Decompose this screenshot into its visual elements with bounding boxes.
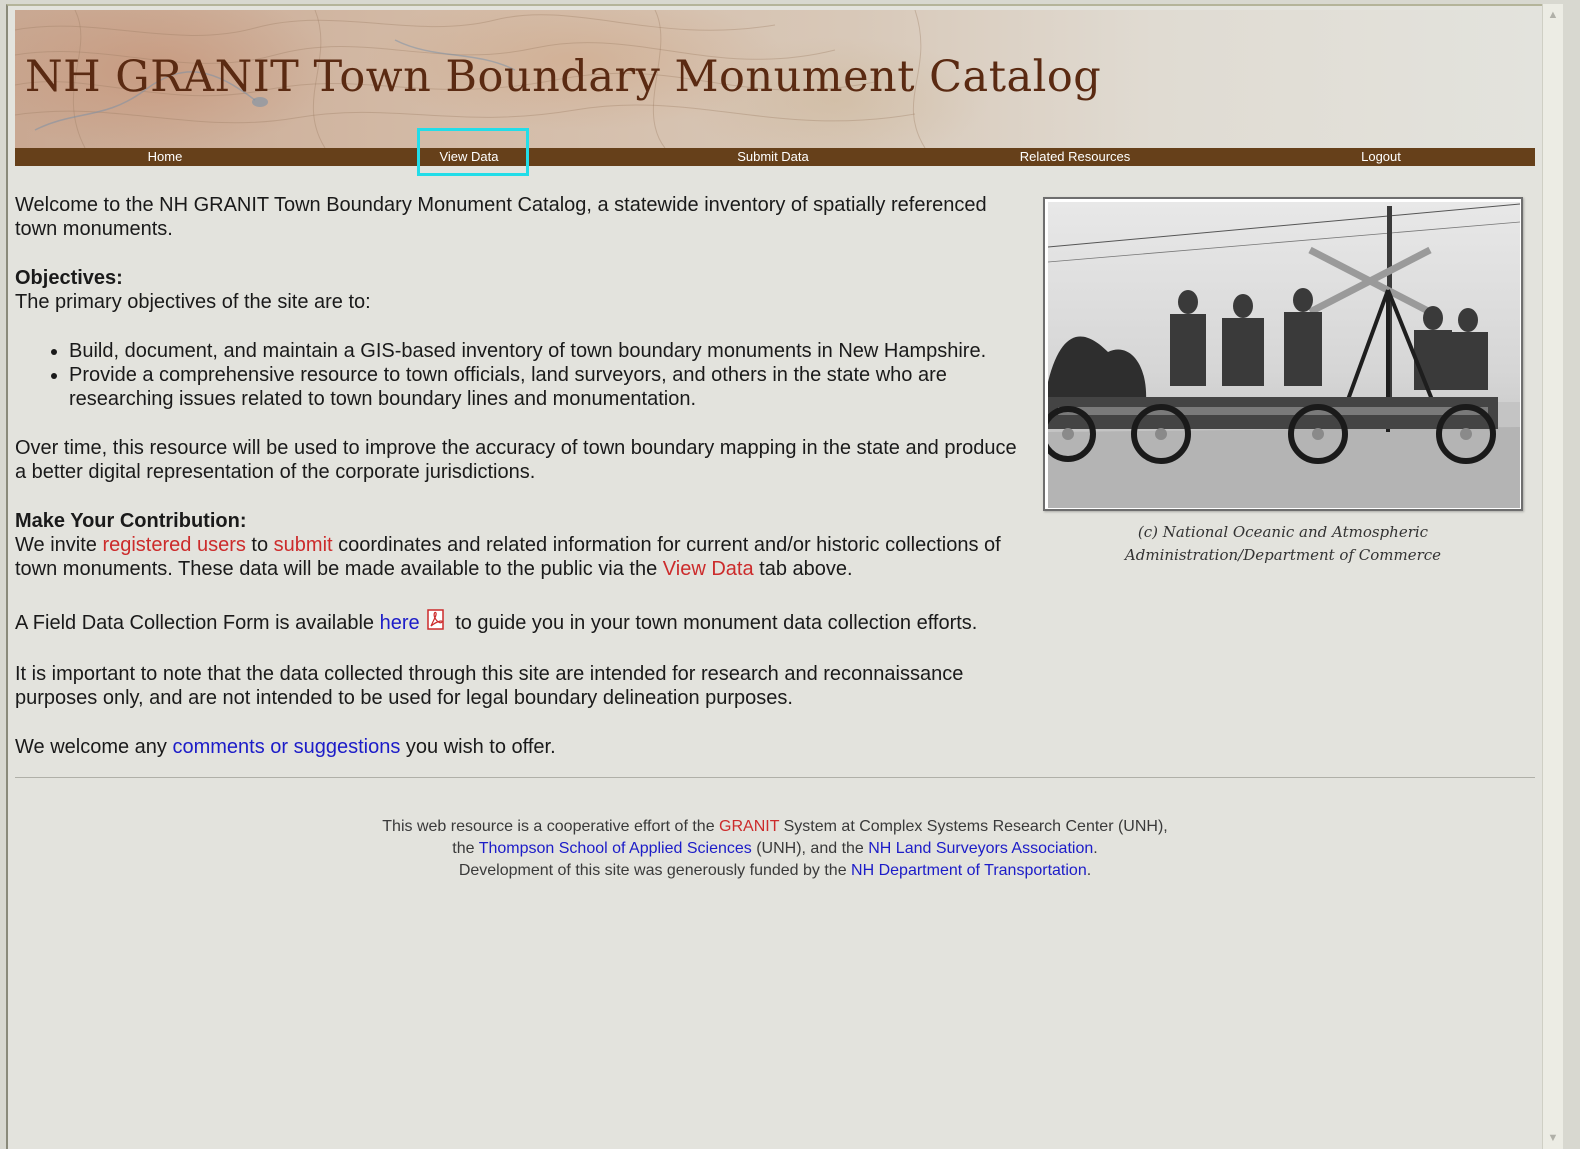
contribution-text-part: We invite: [15, 534, 103, 556]
objectives-intro: The primary objectives of the site are t…: [15, 291, 371, 313]
form-text-part: A Field Data Collection Form is availabl…: [15, 612, 380, 634]
page-title: NH GRANIT Town Boundary Monument Catalog: [25, 52, 1102, 102]
list-item: Provide a comprehensive resource to town…: [69, 363, 1030, 411]
photo-caption-line: (c) National Oceanic and Atmospheric: [1137, 523, 1429, 541]
nh-land-surveyors-link[interactable]: NH Land Surveyors Association: [868, 840, 1093, 857]
main-nav: Home View Data Submit Data Related Resou…: [15, 148, 1535, 166]
contribution-text-part: to: [245, 534, 274, 556]
nav-submit-data[interactable]: Submit Data: [723, 148, 823, 166]
nav-related-resources[interactable]: Related Resources: [1005, 148, 1145, 166]
content-divider: [15, 777, 1535, 778]
scroll-up-arrow-icon[interactable]: ▲: [1546, 8, 1560, 22]
historic-survey-photo: [1043, 197, 1523, 511]
granit-link[interactable]: GRANIT: [719, 818, 779, 835]
submit-link[interactable]: submit: [274, 534, 333, 556]
list-item: Build, document, and maintain a GIS-base…: [69, 339, 1030, 363]
footer-text: .: [1093, 840, 1098, 857]
nav-logout[interactable]: Logout: [1331, 148, 1431, 166]
footer-text: the: [452, 840, 479, 857]
pdf-icon[interactable]: [426, 609, 446, 637]
note-text: It is important to note that the data co…: [15, 663, 964, 709]
registered-users-link[interactable]: registered users: [102, 534, 245, 556]
contribution-heading: Make Your Contribution:: [15, 510, 247, 532]
photo-caption: (c) National Oceanic and Atmospheric Adm…: [1043, 521, 1523, 567]
main-content: Welcome to the NH GRANIT Town Boundary M…: [15, 193, 1030, 784]
footer-text: System at Complex Systems Research Cente…: [779, 818, 1168, 835]
footer-text: (UNH), and the: [751, 840, 869, 857]
comments-text: We welcome any comments or suggestions y…: [15, 735, 1030, 759]
contribution-text: We invite registered users to submit coo…: [15, 533, 1030, 581]
footer-line: the Thompson School of Applied Sciences …: [15, 838, 1535, 860]
nh-dot-link[interactable]: NH Department of Transportation: [851, 862, 1087, 879]
objectives-heading: Objectives:: [15, 267, 123, 289]
form-here-link[interactable]: here: [380, 612, 420, 634]
view-data-link[interactable]: View Data: [663, 558, 754, 580]
contribution-text-part: tab above.: [753, 558, 853, 580]
header-banner: NH GRANIT Town Boundary Monument Catalog: [15, 10, 1535, 148]
photo-caption-line: Administration/Department of Commerce: [1124, 546, 1442, 564]
footer-text: Development of this site was generously …: [458, 862, 852, 879]
footer-line: Development of this site was generously …: [15, 860, 1535, 882]
vertical-scrollbar[interactable]: ▲ ▼: [1542, 4, 1563, 1149]
scroll-down-arrow-icon[interactable]: ▼: [1546, 1131, 1560, 1145]
comments-text-part: We welcome any: [15, 736, 173, 758]
footer: This web resource is a cooperative effor…: [15, 816, 1535, 882]
thompson-school-link[interactable]: Thompson School of Applied Sciences: [479, 840, 752, 857]
nav-view-data[interactable]: View Data: [419, 148, 519, 166]
welcome-text: Welcome to the NH GRANIT Town Boundary M…: [15, 194, 987, 240]
over-time-text: Over time, this resource will be used to…: [15, 437, 1017, 483]
nav-home[interactable]: Home: [115, 148, 215, 166]
comments-link[interactable]: comments or suggestions: [172, 736, 400, 758]
form-text: A Field Data Collection Form is availabl…: [15, 609, 1030, 637]
form-text-part: to guide you in your town monument data …: [449, 612, 978, 634]
survey-crew-photo-image: [1048, 202, 1520, 508]
comments-text-part: you wish to offer.: [400, 736, 556, 758]
footer-text: This web resource is a cooperative effor…: [382, 818, 720, 835]
footer-text: .: [1086, 862, 1092, 879]
footer-line: This web resource is a cooperative effor…: [15, 816, 1535, 838]
objectives-list: Build, document, and maintain a GIS-base…: [15, 339, 1030, 411]
